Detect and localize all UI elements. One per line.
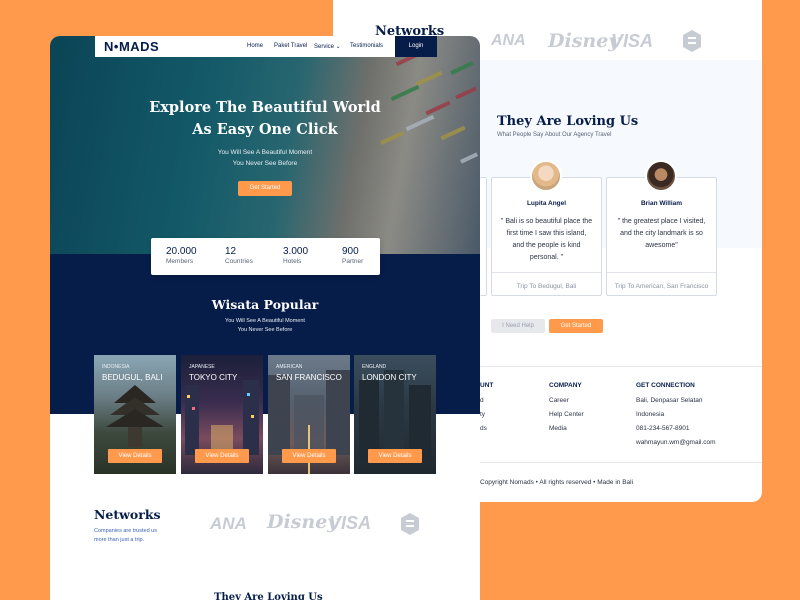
stat-label: Partner — [342, 258, 364, 265]
stat-label: Countries — [225, 258, 253, 265]
front-page-preview: N•MADS Home Paket Travel Service ⌄ Testi… — [50, 36, 480, 600]
hero-title: Explore The Beautiful World As Easy One … — [50, 97, 480, 141]
destination-card-london[interactable]: ENGLAND LONDON CITY View Details — [354, 355, 436, 474]
footer-link-media[interactable]: Media — [549, 425, 567, 432]
stat-number: 3.000 — [283, 246, 309, 257]
ana-logo: ANA — [210, 514, 247, 533]
hero-subtitle-line: You Never See Before — [232, 160, 298, 167]
navbar: N•MADS Home Paket Travel Service ⌄ Testi… — [95, 36, 437, 57]
avatar — [530, 160, 562, 192]
stat-partner: 900 Partner — [342, 246, 363, 265]
popular-subtitle-line: You Will See A Beautiful Moment — [225, 318, 305, 324]
footer-phone[interactable]: 081-234-567-8901 — [636, 425, 690, 432]
view-details-button[interactable]: View Details — [368, 449, 422, 463]
destination-country: JAPANESE — [189, 364, 215, 370]
nav-testimonials[interactable]: Testimonials — [350, 43, 383, 49]
stat-hotels: 3.000 Hotels — [283, 246, 308, 265]
destination-card-bali[interactable]: INDONESIA BEDUGUL, BALI View Details — [94, 355, 176, 474]
networks-title: Networks — [94, 507, 161, 522]
destination-city: TOKYO CITY — [189, 373, 238, 382]
ana-logo: ANA — [491, 32, 526, 49]
footer-link-career[interactable]: Career — [549, 397, 569, 404]
stat-countries: 12 Countries — [225, 246, 253, 265]
divider — [492, 272, 601, 273]
need-help-button[interactable]: I Need Help — [491, 319, 545, 333]
destination-city: SAN FRANCISCO — [276, 373, 342, 382]
testimonial-card-partial — [480, 177, 487, 296]
brand-logo[interactable]: N•MADS — [104, 39, 159, 54]
destination-country: AMERICAN — [276, 364, 303, 370]
destination-country: INDONESIA — [102, 364, 130, 370]
destination-country: ENGLAND — [362, 364, 387, 370]
get-started-button[interactable]: Get Started — [238, 181, 292, 196]
destination-city: BEDUGUL, BALI — [102, 373, 163, 382]
networks-subtitle-line: Companies are trusted us — [94, 528, 157, 534]
footer-link-help-center[interactable]: Help Center — [549, 411, 584, 418]
nav-service[interactable]: Service ⌄ — [314, 43, 341, 50]
footer-account-title: UNT — [480, 382, 494, 389]
testimonial-name: Lupita Angel — [526, 200, 567, 207]
stat-number: 20.000 — [166, 246, 197, 257]
hero-subtitle-line: You Will See A Beautiful Moment — [217, 149, 313, 156]
hero-title-line: Explore The Beautiful World — [149, 99, 381, 116]
view-details-button[interactable]: View Details — [195, 449, 249, 463]
footer-country: Indonesia — [636, 411, 665, 418]
footer-address: Bali, Denpasar Selatan — [636, 397, 703, 404]
footer-email[interactable]: wahmayun.wm@gmail.com — [636, 439, 716, 446]
get-started-button[interactable]: Get Started — [549, 319, 603, 333]
testimonial-card: Brian William " the greatest place I vis… — [606, 177, 717, 296]
loving-subtitle: What People Say About Our Agency Travel — [497, 132, 612, 138]
copyright-text: Copyright Nomads • All rights reserved •… — [480, 479, 634, 486]
footer-link[interactable]: ds — [480, 425, 487, 432]
testimonial-name: Brian William — [640, 200, 683, 207]
nav-paket-travel[interactable]: Paket Travel — [274, 43, 307, 49]
hero-overlay — [50, 36, 480, 254]
partner-emblem-icon — [682, 29, 702, 58]
disney-logo: Disney — [548, 30, 620, 52]
testimonial-trip: Trip To American, San Francisco — [614, 283, 709, 290]
popular-title: Wisata Popular — [211, 297, 319, 312]
testimonial-quote: " Bali is so beautiful place the first t… — [500, 218, 593, 261]
networks-subtitle: Companies are trusted us more than just … — [94, 527, 157, 545]
popular-subtitle: You Will See A Beautiful Moment You Neve… — [50, 317, 480, 335]
stat-number: 12 — [225, 246, 237, 257]
hero-title-line: As Easy One Click — [192, 121, 338, 138]
nav-home[interactable]: Home — [247, 43, 263, 49]
testimonial-trip: Trip To Bedugul, Bali — [516, 283, 577, 290]
divider — [607, 272, 716, 273]
avatar — [645, 160, 677, 192]
partner-emblem-icon — [400, 512, 420, 541]
footer-connection-title: GET CONNECTION — [636, 382, 695, 389]
networks-subtitle-line: more than just a trip. — [94, 537, 145, 543]
visa-logo: VISA — [611, 31, 654, 51]
visa-logo: VISA — [329, 513, 372, 533]
stat-number: 900 — [342, 246, 359, 257]
loving-title: They Are Loving Us — [497, 114, 639, 129]
view-details-button[interactable]: View Details — [282, 449, 336, 463]
destination-card-tokyo[interactable]: JAPANESE TOKYO CITY View Details — [181, 355, 263, 474]
destination-city: LONDON CITY — [362, 373, 417, 382]
popular-subtitle-line: You Never See Before — [237, 327, 293, 333]
footer-link[interactable]: d — [480, 397, 484, 404]
stat-members: 20.000 Members — [166, 246, 197, 265]
footer-link[interactable]: ty — [480, 411, 485, 418]
login-button[interactable]: Login — [395, 36, 437, 57]
disney-logo: Disney — [267, 511, 339, 533]
testimonial-quote: " the greatest place I visited, and the … — [617, 218, 706, 249]
stat-label: Members — [166, 258, 194, 265]
view-details-button[interactable]: View Details — [108, 449, 162, 463]
destination-card-san-francisco[interactable]: AMERICAN SAN FRANCISCO View Details — [268, 355, 350, 474]
stats-bar: 20.000 Members 12 Countries 3.000 Hotels… — [151, 238, 380, 275]
testimonial-card: Lupita Angel " Bali is so beautiful plac… — [491, 177, 602, 296]
loving-title-partial: They Are Loving Us — [214, 592, 323, 600]
footer-company-title: COMPANY — [549, 382, 582, 389]
hero-subtitle: You Will See A Beautiful Moment You Neve… — [50, 147, 480, 169]
stat-label: Hotels — [283, 258, 302, 265]
